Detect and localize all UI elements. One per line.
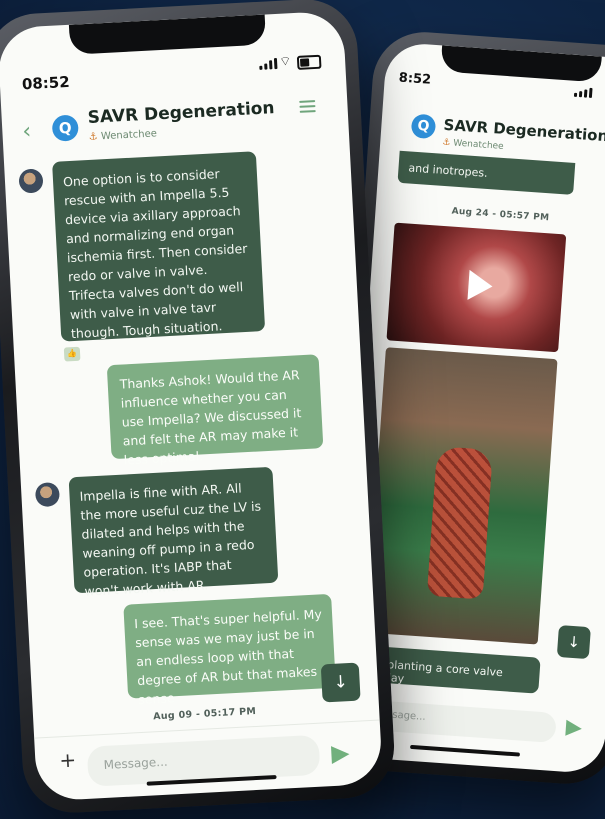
- message-bubble-4: I see. That's super helpful. My sense wa…: [123, 593, 336, 707]
- message-bubble-2: Thanks Ashok! Would the AR influence whe…: [106, 354, 324, 468]
- reaction-badge[interactable]: 👍: [63, 346, 81, 362]
- front-menu-button[interactable]: [299, 100, 316, 113]
- avatar[interactable]: [34, 481, 61, 508]
- back-download-button[interactable]: ↓: [556, 624, 591, 660]
- chevron-left-icon[interactable]: ‹: [22, 119, 32, 144]
- front-battery-icon: [296, 54, 322, 70]
- back-send-icon[interactable]: [565, 719, 583, 737]
- anchor-icon: ⚓: [442, 137, 451, 149]
- front-location-label: Wenatchee: [100, 128, 158, 143]
- back-group-logo: Q: [410, 113, 437, 140]
- play-icon[interactable]: [467, 269, 494, 302]
- back-chat-location: ⚓ Wenatchee: [442, 138, 504, 152]
- divider: [34, 719, 380, 739]
- back-status-time: 8:52: [398, 70, 432, 88]
- add-attachment-button[interactable]: +: [59, 747, 77, 772]
- back-button[interactable]: ‹: [22, 119, 32, 144]
- front-status-time: 08:52: [21, 72, 71, 94]
- back-location-label: Wenatchee: [452, 138, 504, 152]
- front-notch: [68, 14, 267, 55]
- back-timestamp: Aug 24 - 05:57 PM: [451, 206, 550, 224]
- back-partial-message: and inotropes.: [397, 150, 576, 195]
- download-icon[interactable]: ↓: [567, 633, 581, 652]
- avatar[interactable]: [18, 168, 44, 194]
- front-download-button[interactable]: ↓: [320, 662, 361, 703]
- valve-frame: [426, 446, 494, 600]
- back-video-thumbnail[interactable]: [386, 222, 567, 353]
- message-bubble-3: Impella is fine with AR. All the more us…: [68, 466, 279, 599]
- wifi-icon: ⌔: [278, 54, 292, 70]
- download-icon[interactable]: ↓: [333, 672, 348, 693]
- back-signal-icon: [573, 87, 593, 99]
- front-timestamp: Aug 09 - 05:17 PM: [152, 705, 257, 723]
- front-chat-location: ⚓ Wenatchee: [89, 128, 158, 143]
- anchor-icon: ⚓: [88, 131, 99, 143]
- plus-icon[interactable]: +: [59, 747, 77, 772]
- front-group-logo: Q: [51, 114, 79, 142]
- message-bubble-1: One option is to consider rescue with an…: [52, 151, 266, 342]
- front-send-icon[interactable]: [330, 745, 350, 765]
- back-notch: [440, 45, 602, 83]
- front-phone-screen: 08:52 ⌔ ‹ Q SAVR Degeneration ⚓ Wenatche…: [0, 10, 384, 802]
- front-chat-title: SAVR Degeneration: [87, 98, 276, 128]
- back-home-indicator: [410, 744, 521, 757]
- back-photo-valve[interactable]: [366, 347, 558, 645]
- front-signal-icon: [259, 57, 278, 70]
- front-phone: 08:52 ⌔ ‹ Q SAVR Degeneration ⚓ Wenatche…: [0, 0, 397, 816]
